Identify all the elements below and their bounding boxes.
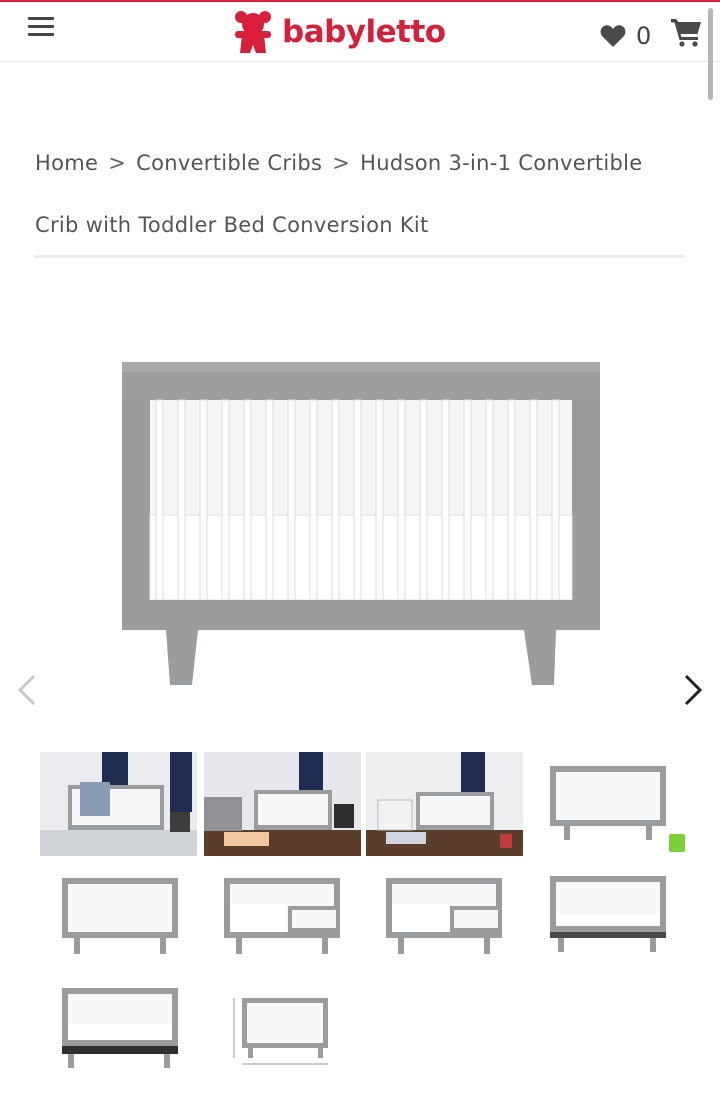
breadcrumb-divider xyxy=(34,255,685,258)
crib-image xyxy=(40,864,197,968)
breadcrumb-separator: > xyxy=(108,151,127,175)
thumbnail-9[interactable] xyxy=(40,976,197,1080)
bear-logo-icon xyxy=(235,11,271,53)
brand-logo[interactable]: babyletto xyxy=(230,4,446,60)
brand-name: babyletto xyxy=(282,14,446,50)
room-scene-image xyxy=(204,752,361,856)
room-scene-image xyxy=(40,752,197,856)
daybed-image xyxy=(528,864,685,968)
thumbnail-6[interactable] xyxy=(204,864,361,968)
thumbnail-2[interactable] xyxy=(204,752,361,856)
wishlist-count: 0 xyxy=(636,22,652,50)
heart-icon xyxy=(600,25,626,47)
breadcrumb: Home > Convertible Cribs > Hudson 3-in-1 Con… xyxy=(35,132,685,256)
site-header: babyletto 0 xyxy=(0,2,720,62)
main-product-image[interactable] xyxy=(108,340,616,700)
toddler-bed-image xyxy=(204,864,361,968)
thumbnail-10[interactable] xyxy=(204,976,361,1080)
cart-icon[interactable] xyxy=(670,16,702,48)
breadcrumb-convertible-cribs[interactable]: Convertible Cribs xyxy=(136,151,322,175)
wishlist-button[interactable]: 0 xyxy=(600,22,651,50)
dimensions-image xyxy=(204,976,361,1080)
breadcrumb-home[interactable]: Home xyxy=(35,151,98,175)
thumbnail-7[interactable] xyxy=(366,864,523,968)
eco-badge xyxy=(669,834,685,852)
breadcrumb-separator: > xyxy=(332,151,351,175)
hamburger-icon[interactable] xyxy=(22,12,62,48)
crib-image xyxy=(528,752,685,856)
daybed-image xyxy=(40,976,197,1080)
chevron-right-icon[interactable] xyxy=(674,668,710,712)
thumbnail-3[interactable] xyxy=(366,752,523,856)
chevron-left-icon[interactable] xyxy=(10,668,46,712)
thumbnail-4[interactable] xyxy=(528,752,685,856)
thumbnail-1[interactable] xyxy=(40,752,197,856)
room-scene-image xyxy=(366,752,523,856)
toddler-bed-image xyxy=(366,864,523,968)
page-scrollbar[interactable] xyxy=(708,8,713,100)
thumbnail-8[interactable] xyxy=(528,864,685,968)
thumbnail-5[interactable] xyxy=(40,864,197,968)
